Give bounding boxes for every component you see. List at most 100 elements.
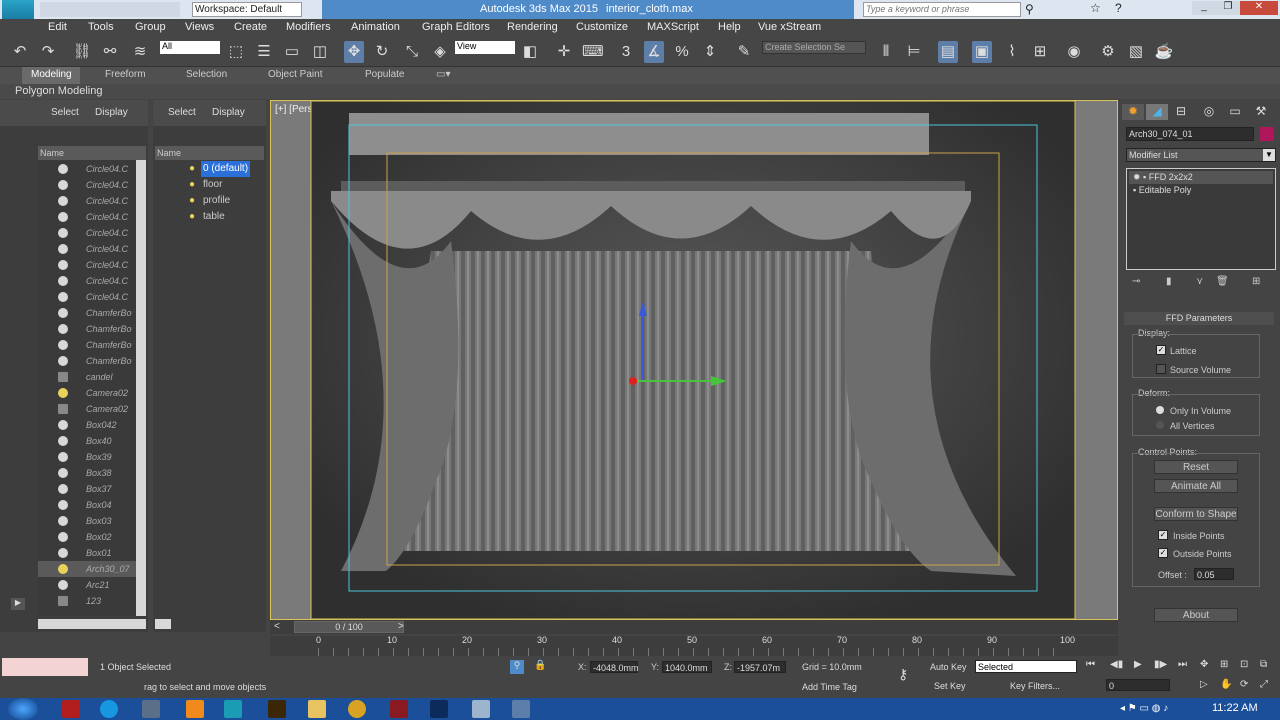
ribbon-tab-selection[interactable]: Selection	[186, 69, 227, 80]
menu-animation[interactable]: Animation	[351, 21, 400, 33]
layer-h-scrollbar[interactable]	[155, 619, 171, 629]
object-name-field[interactable]: Arch30_074_01	[1126, 127, 1254, 141]
window-icon[interactable]	[472, 700, 490, 718]
menu-views[interactable]: Views	[185, 21, 214, 33]
render-setup-icon[interactable]: ⚙	[1098, 41, 1118, 63]
restore-button[interactable]: ❐	[1216, 1, 1240, 15]
close-button[interactable]: ✕	[1240, 1, 1278, 15]
menu-customize[interactable]: Customize	[576, 21, 628, 33]
source-volume-checkbox[interactable]	[1156, 364, 1166, 374]
ribbon-tab-freeform[interactable]: Freeform	[105, 69, 146, 80]
align-icon[interactable]: ⊨	[904, 41, 924, 63]
ribbon-toggle-icon[interactable]: ▣	[972, 41, 992, 63]
material-editor-icon[interactable]: ◉	[1064, 41, 1084, 63]
stack-item-editable-poly[interactable]: ▪ Editable Poly	[1129, 184, 1273, 197]
time-prev-icon[interactable]: <	[274, 621, 280, 632]
3dsmax-icon[interactable]	[224, 700, 242, 718]
binoculars-icon[interactable]: ⚲	[1025, 2, 1034, 16]
chrome-icon[interactable]	[348, 700, 366, 718]
menu-edit[interactable]: Edit	[48, 21, 67, 33]
outside-points-checkbox[interactable]: ✓	[1158, 548, 1168, 558]
lattice-checkbox[interactable]: ✓	[1156, 345, 1166, 355]
layer-item-table[interactable]: ● table	[163, 209, 263, 225]
scene-display-menu[interactable]: Display	[95, 107, 128, 118]
zoom-icon[interactable]: ✥	[1200, 659, 1208, 670]
motion-tab-icon[interactable]: ◎	[1198, 104, 1220, 120]
photoshop-icon[interactable]	[430, 700, 448, 718]
display-tab-icon[interactable]: ▭	[1224, 104, 1246, 120]
menu-modifiers[interactable]: Modifiers	[286, 21, 331, 33]
create-tab-icon[interactable]: ✹	[1122, 104, 1144, 120]
snaps-toggle-icon[interactable]: 3	[616, 41, 636, 63]
pan-icon[interactable]: ✋	[1220, 679, 1232, 690]
active-app-icon[interactable]	[512, 700, 530, 718]
menu-create[interactable]: Create	[234, 21, 267, 33]
object-color-swatch[interactable]	[1260, 127, 1274, 141]
menu-maxscript[interactable]: MAXScript	[647, 21, 699, 33]
z-coordinate[interactable]: -1957.07m	[734, 661, 786, 673]
select-by-name-icon[interactable]: ☰	[254, 41, 274, 63]
place-icon[interactable]: ◈	[430, 41, 450, 63]
window-crossing-icon[interactable]: ◫	[310, 41, 330, 63]
reset-button[interactable]: Reset	[1154, 460, 1238, 474]
maxscript-listener[interactable]	[2, 658, 88, 676]
layer-select-menu[interactable]: Select	[168, 107, 196, 118]
schematic-view-icon[interactable]: ⊞	[1030, 41, 1050, 63]
ffd-rollout-header[interactable]: FFD Parameters	[1124, 312, 1274, 325]
rectangular-selection-icon[interactable]: ▭	[282, 41, 302, 63]
list-item-selected[interactable]: Arch30_07	[38, 561, 138, 577]
key-icon[interactable]: ⚷	[898, 666, 908, 683]
layer-item-profile[interactable]: ● profile	[163, 193, 263, 209]
zoom-extents-all-icon[interactable]: ⧉	[1260, 659, 1267, 670]
maximize-viewport-icon[interactable]: ⤢	[1260, 679, 1268, 690]
curve-editor-icon[interactable]: ⌇	[1002, 41, 1022, 63]
mirror-icon[interactable]: ⫴	[876, 41, 896, 63]
all-vertices-radio[interactable]	[1156, 421, 1164, 429]
edit-named-selection-icon[interactable]: ✎	[734, 41, 754, 63]
illustrator-icon[interactable]	[268, 700, 286, 718]
pin-stack-icon[interactable]: ⊸	[1132, 276, 1140, 287]
hierarchy-tab-icon[interactable]: ⊟	[1170, 104, 1192, 120]
layer-item-default[interactable]: ● 0 (default)	[163, 161, 263, 177]
skype-icon[interactable]	[100, 700, 118, 718]
ribbon-tab-populate[interactable]: Populate	[365, 69, 404, 80]
remove-modifier-icon[interactable]: 🗑	[1216, 276, 1229, 287]
utilities-tab-icon[interactable]: ⚒	[1250, 104, 1272, 120]
go-to-start-icon[interactable]: ⏮	[1086, 659, 1095, 670]
undo-icon[interactable]: ↶	[10, 41, 30, 63]
animate-all-button[interactable]: Animate All	[1154, 479, 1238, 493]
perspective-viewport[interactable]: [+] [Perspective ] [Shaded]	[270, 100, 1118, 620]
inside-points-checkbox[interactable]: ✓	[1158, 530, 1168, 540]
orbit-icon[interactable]: ⟳	[1240, 679, 1248, 690]
ribbon-tab-modeling[interactable]: Modeling	[31, 69, 72, 80]
select-and-scale-icon[interactable]: ⤡	[402, 41, 422, 63]
spinner-snap-icon[interactable]: ⇕	[700, 41, 720, 63]
lock-icon[interactable]: 🔒	[534, 660, 546, 671]
keyboard-shortcut-icon[interactable]: ⌨	[582, 41, 604, 63]
time-next-icon[interactable]: >	[398, 621, 404, 632]
auto-key-button[interactable]: Auto Key	[930, 662, 967, 672]
selection-filter-dropdown[interactable]: All	[160, 41, 220, 54]
modify-tab-icon[interactable]: ◢	[1146, 104, 1168, 120]
scene-select-menu[interactable]: Select	[51, 107, 79, 118]
menu-help[interactable]: Help	[718, 21, 741, 33]
menu-vue-xstream[interactable]: Vue xStream	[758, 21, 821, 33]
about-button[interactable]: About	[1154, 608, 1238, 622]
help-icon[interactable]: ?	[1115, 1, 1122, 15]
y-coordinate[interactable]: 1040.0mm	[662, 661, 712, 673]
select-object-icon[interactable]: ⬚	[226, 41, 246, 63]
play-icon[interactable]: ▶	[1134, 659, 1142, 670]
layer-display-menu[interactable]: Display	[212, 107, 245, 118]
bind-space-warp-icon[interactable]: ≋	[130, 41, 150, 63]
clock[interactable]: 11:22 AM	[1212, 702, 1258, 714]
app-red-icon[interactable]	[390, 700, 408, 718]
ribbon-tab-object-paint[interactable]: Object Paint	[268, 69, 322, 80]
percent-snap-icon[interactable]: %	[672, 41, 692, 63]
vlc-icon[interactable]	[186, 700, 204, 718]
make-unique-icon[interactable]: ⋎	[1196, 276, 1203, 287]
go-to-end-icon[interactable]: ⏭	[1178, 659, 1187, 670]
menu-graph-editors[interactable]: Graph Editors	[422, 21, 490, 33]
time-slider[interactable]: < 0 / 100 >	[270, 620, 1118, 634]
offset-spinner[interactable]: 0.05	[1194, 568, 1234, 580]
modifier-list-dropdown[interactable]: Modifier List ▼	[1126, 148, 1276, 162]
